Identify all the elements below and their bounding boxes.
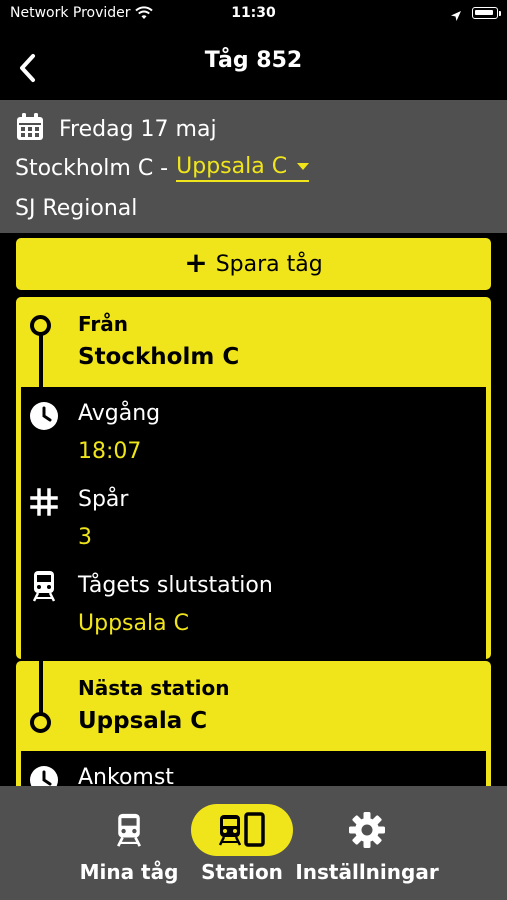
plus-icon: + bbox=[184, 245, 208, 279]
train-icon bbox=[29, 571, 59, 602]
next-station-label: Nästa station bbox=[78, 676, 230, 700]
track-hash-icon bbox=[29, 487, 59, 517]
route-origin: Stockholm C - bbox=[15, 155, 169, 181]
tab-settings[interactable]: Inställningar bbox=[295, 786, 439, 900]
nav-bar: Tåg 852 bbox=[0, 28, 507, 100]
journey-date: Fredag 17 maj bbox=[59, 116, 217, 142]
route-line bbox=[39, 335, 43, 387]
train-icon bbox=[117, 813, 141, 847]
save-train-button[interactable]: + Spara tåg bbox=[16, 238, 491, 290]
from-station-name: Stockholm C bbox=[78, 344, 240, 370]
departure-label: Avgång bbox=[78, 401, 161, 426]
tab-label: Inställningar bbox=[295, 860, 439, 884]
date-row: Fredag 17 maj bbox=[15, 112, 217, 146]
terminus-station: Uppsala C bbox=[78, 611, 189, 636]
stop-dot-icon bbox=[30, 315, 51, 336]
status-time: 11:30 bbox=[231, 5, 276, 21]
departure-time: 18:07 bbox=[78, 439, 142, 464]
tab-label: Station bbox=[201, 860, 283, 884]
journey-header: Fredag 17 maj Stockholm C - Uppsala C SJ… bbox=[0, 100, 507, 233]
departure-stop-header: Från Stockholm C bbox=[16, 297, 491, 387]
track-label: Spår bbox=[78, 487, 129, 512]
tab-icon-container bbox=[348, 804, 386, 856]
route-line bbox=[39, 661, 43, 713]
departure-details: Avgång 18:07 Spår 3 Tågets slutstation U… bbox=[21, 387, 486, 659]
battery-icon bbox=[472, 7, 498, 19]
destination-dropdown[interactable]: Uppsala C bbox=[176, 154, 310, 182]
tab-bar: Mina tåg Station Inställningar bbox=[0, 786, 507, 900]
calendar-icon bbox=[15, 112, 45, 146]
station-icon bbox=[218, 812, 265, 847]
status-bar: Network Provider 11:30 bbox=[0, 0, 507, 28]
destination-label: Uppsala C bbox=[176, 154, 288, 179]
save-train-label: Spara tåg bbox=[215, 251, 323, 277]
gear-icon bbox=[349, 812, 385, 848]
clock-icon bbox=[29, 401, 59, 431]
departure-stop-card: Från Stockholm C Avgång 18:07 Spår 3 Tåg… bbox=[16, 297, 491, 659]
tab-station[interactable]: Station bbox=[191, 786, 293, 900]
location-arrow-icon bbox=[450, 7, 462, 26]
next-stop-header: Nästa station Uppsala C bbox=[16, 661, 491, 751]
tab-label: Mina tåg bbox=[79, 860, 179, 884]
caret-down-icon bbox=[297, 163, 310, 170]
route-row: Stockholm C - Uppsala C bbox=[15, 154, 310, 182]
terminus-label: Tågets slutstation bbox=[78, 573, 273, 598]
tab-icon-container bbox=[115, 804, 143, 856]
from-label: Från bbox=[78, 312, 128, 336]
tab-my-trains[interactable]: Mina tåg bbox=[78, 786, 180, 900]
stop-dot-icon bbox=[30, 712, 51, 733]
tab-icon-container bbox=[191, 804, 293, 856]
battery-cap bbox=[499, 11, 501, 16]
train-operator: SJ Regional bbox=[15, 196, 138, 221]
page-title: Tåg 852 bbox=[204, 48, 303, 73]
next-station-name: Uppsala C bbox=[78, 708, 208, 734]
track-number: 3 bbox=[78, 525, 92, 550]
